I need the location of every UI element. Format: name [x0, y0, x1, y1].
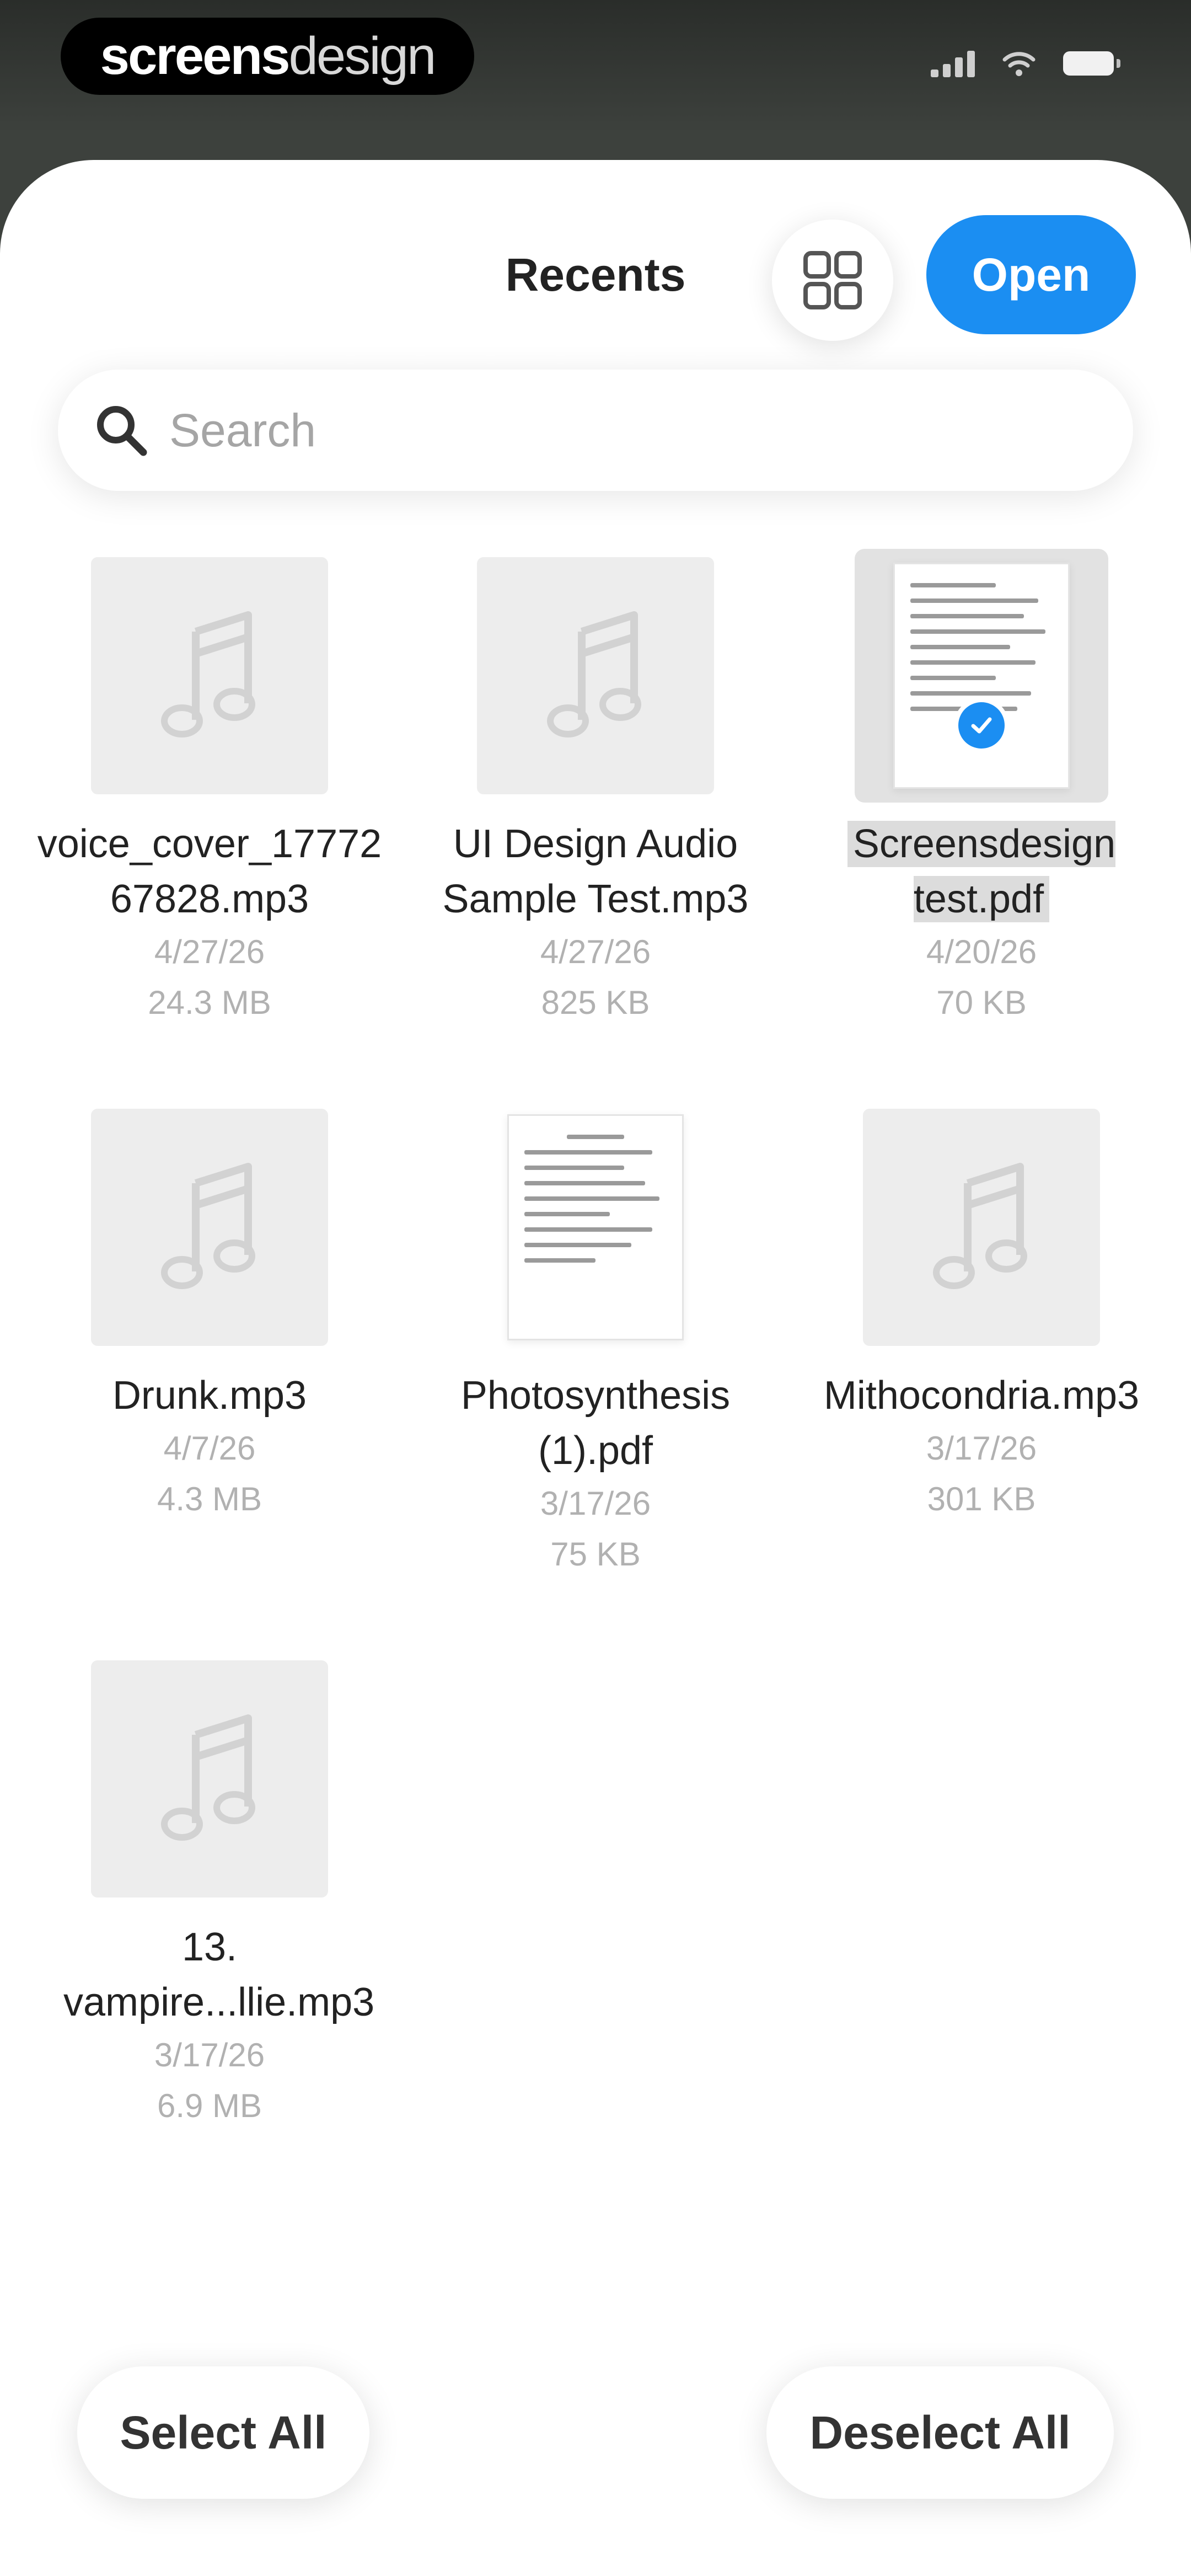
checkmark-icon	[954, 698, 1009, 753]
wifi-icon	[1002, 52, 1036, 76]
file-size: 4.3 MB	[157, 1481, 262, 1517]
file-item[interactable]: 13. vampire...llie.mp3 3/17/26 6.9 MB	[30, 1660, 389, 2131]
music-note-icon	[933, 1163, 1027, 1289]
file-size: 825 KB	[541, 984, 650, 1021]
search-bar[interactable]	[58, 370, 1133, 491]
file-size: 6.9 MB	[157, 2087, 262, 2124]
brand-logo-bold: screens	[100, 26, 291, 85]
file-name: 13. vampire...llie.mp3	[63, 1925, 375, 2024]
file-date: 4/7/26	[163, 1430, 256, 1467]
file-thumbnail	[863, 1109, 1100, 1346]
search-input[interactable]	[168, 403, 1080, 458]
file-picker-sheet: Recents Open Search voice_cover_17772678…	[0, 160, 1191, 2576]
file-date: 4/27/26	[154, 933, 265, 970]
cellular-signal-icon	[931, 50, 975, 77]
status-bar: screens design	[0, 0, 1191, 132]
status-icons	[931, 50, 1120, 77]
pdf-preview	[507, 1114, 684, 1340]
file-name: voice_cover_1777267828.mp3	[37, 822, 382, 921]
file-item-selected[interactable]: Screensdesign test.pdf 4/20/26 70 KB	[802, 549, 1161, 1028]
grid-view-toggle-button[interactable]	[772, 220, 893, 341]
file-item[interactable]: Photosynthesis (1).pdf 3/17/26 75 KB	[416, 1109, 775, 1580]
select-all-button[interactable]: Select All	[77, 2366, 369, 2499]
file-size: 70 KB	[936, 984, 1027, 1021]
search-icon	[91, 400, 152, 461]
music-note-icon	[161, 1714, 255, 1841]
file-name: Screensdesign test.pdf	[802, 816, 1161, 927]
file-size: 301 KB	[927, 1481, 1036, 1517]
file-thumbnail	[91, 1109, 328, 1346]
file-name: UI Design Audio Sample Test.mp3	[442, 822, 749, 921]
grid-icon	[803, 251, 862, 309]
deselect-all-button[interactable]: Deselect All	[766, 2366, 1114, 2499]
pdf-preview	[893, 563, 1070, 789]
file-thumbnail	[91, 1660, 328, 1898]
file-name: Mithocondria.mp3	[823, 1373, 1140, 1418]
file-date: 3/17/26	[540, 1485, 651, 1522]
file-size: 75 KB	[550, 1536, 641, 1573]
music-note-icon	[547, 611, 641, 737]
file-thumbnail	[855, 549, 1108, 803]
file-item[interactable]: UI Design Audio Sample Test.mp3 4/27/26 …	[416, 557, 775, 1028]
file-date: 3/17/26	[926, 1430, 1037, 1467]
music-note-icon	[161, 611, 255, 737]
brand-logo-light: design	[288, 26, 437, 85]
file-date: 4/20/26	[926, 933, 1037, 970]
file-name: Drunk.mp3	[112, 1373, 307, 1418]
file-item[interactable]: voice_cover_1777267828.mp3 4/27/26 24.3 …	[30, 557, 389, 1028]
file-name: Photosynthesis (1).pdf	[460, 1373, 731, 1473]
file-date: 3/17/26	[154, 2037, 265, 2073]
file-thumbnail	[91, 557, 328, 794]
file-thumbnail	[477, 557, 714, 794]
file-thumbnail	[477, 1109, 714, 1346]
file-item[interactable]: Mithocondria.mp3 3/17/26 301 KB	[802, 1109, 1161, 1525]
battery-icon	[1063, 51, 1120, 76]
file-size: 24.3 MB	[148, 984, 271, 1021]
open-button[interactable]: Open	[926, 215, 1136, 334]
file-item[interactable]: Drunk.mp3 4/7/26 4.3 MB	[30, 1109, 389, 1525]
music-note-icon	[161, 1163, 255, 1289]
brand-logo: screens design	[61, 18, 474, 95]
file-date: 4/27/26	[540, 933, 651, 970]
file-name-text: Screensdesign test.pdf	[847, 821, 1116, 922]
